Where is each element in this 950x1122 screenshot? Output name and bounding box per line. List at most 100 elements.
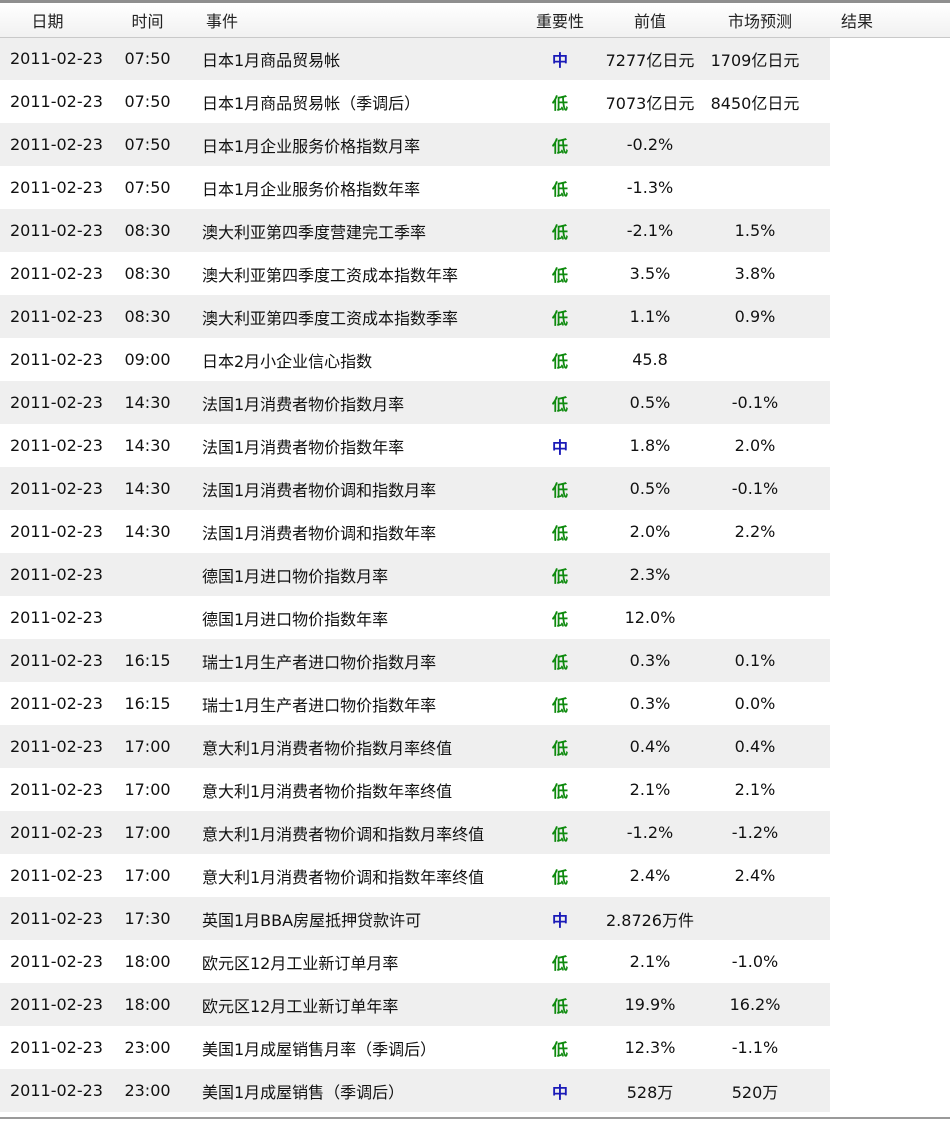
cell-event: 意大利1月消费者物价指数年率终值: [202, 781, 453, 801]
importance-badge: 低: [551, 523, 568, 543]
importance-badge: 低: [520, 209, 600, 252]
column-header-event[interactable]: 事件: [200, 3, 520, 38]
table-row[interactable]: 2011-02-23 16:15 瑞士1月生产者进口物价指数年率 低 0.3% 0.0%: [0, 682, 950, 725]
table-row[interactable]: 2011-02-23 17:00 意大利1月消费者物价指数年率终值 低 2.1% 2.1%: [0, 768, 950, 811]
cell-result: [830, 381, 950, 424]
table-row[interactable]: 2011-02-23 17:30 英国1月BBA房屋抵押贷款许可中 2.8726万件: [0, 897, 950, 940]
economic-calendar-table: 日期 时间 事件 重要性 前值 市场预测 结果 2011-02-23 07:50 日…: [0, 3, 950, 1112]
table-row[interactable]: 2011-02-23 14:30 法国1月消费者物价调和指数年率 低 2.0% 2.2%: [0, 510, 950, 553]
cell-date: 2011-02-23: [0, 639, 105, 682]
cell-forecast: -1.2%: [700, 811, 830, 854]
cell-previous: -0.2%: [600, 123, 700, 166]
cell-event: 瑞士1月生产者进口物价指数年率: [202, 695, 437, 715]
cell-event: 欧元区12月工业新订单月率: [202, 953, 399, 973]
table-row[interactable]: 2011-02-23 09:00 日本2月小企业信心指数 低 45.8: [0, 338, 950, 381]
cell-event: 德国1月进口物价指数月率: [200, 553, 520, 596]
importance-badge: 低: [551, 953, 568, 973]
table-row[interactable]: 2011-02-23 德国1月进口物价指数月率低 2.3%: [0, 553, 950, 596]
table-row[interactable]: 2011-02-23 德国1月进口物价指数年率 低 12.0%: [0, 596, 950, 639]
cell-forecast: 3.8%: [734, 264, 776, 283]
cell-forecast: [700, 338, 830, 381]
cell-result: [830, 467, 950, 510]
table-row[interactable]: 2011-02-23 08:30 澳大利亚第四季度工资成本指数季率低 1.1% 0.9%: [0, 295, 950, 338]
table-row[interactable]: 2011-02-23 14:30 法国1月消费者物价调和指数月率低 0.5% -0.1%: [0, 467, 950, 510]
column-header-time[interactable]: 时间: [105, 3, 200, 38]
cell-result: [830, 338, 950, 381]
cell-time: 09:00: [124, 350, 171, 369]
table-row[interactable]: 2011-02-23 18:00 欧元区12月工业新订单月率 低 2.1% -1.0%: [0, 940, 950, 983]
table-row[interactable]: 2011-02-23 08:30 澳大利亚第四季度营建完工季率低 -2.1% 1.5%: [0, 209, 950, 252]
column-header-result[interactable]: 结果: [830, 3, 950, 38]
cell-event: 澳大利亚第四季度营建完工季率: [200, 209, 520, 252]
table-row[interactable]: 2011-02-23 17:00 意大利1月消费者物价调和指数年率终值 低 2.4% 2.…: [0, 854, 950, 897]
importance-badge: 低: [520, 811, 600, 854]
cell-time: 07:50: [124, 178, 171, 197]
cell-previous: 0.4%: [600, 725, 700, 768]
cell-result: [830, 768, 950, 811]
table-row[interactable]: 2011-02-23 23:00 美国1月成屋销售（季调后）中 528万 520万: [0, 1069, 950, 1112]
cell-result: [830, 940, 950, 983]
cell-forecast: 8450亿日元: [710, 93, 800, 113]
cell-time: 17:30: [105, 897, 200, 940]
table-row[interactable]: 2011-02-23 07:50 日本1月商品贸易帐中 7277亿日元 1709亿日元: [0, 37, 950, 80]
table-row[interactable]: 2011-02-23 17:00 意大利1月消费者物价调和指数月率终值低 -1.2% -…: [0, 811, 950, 854]
table-row[interactable]: 2011-02-23 07:50 日本1月商品贸易帐（季调后） 低 7073亿日元 845…: [0, 80, 950, 123]
cell-previous: 19.9%: [600, 983, 700, 1026]
cell-event: 法国1月消费者物价调和指数月率: [200, 467, 520, 510]
cell-date: 2011-02-23: [10, 1038, 103, 1057]
table-row[interactable]: 2011-02-23 08:30 澳大利亚第四季度工资成本指数年率 低 3.5% 3.8%: [0, 252, 950, 295]
cell-event: 意大利1月消费者物价调和指数月率终值: [200, 811, 520, 854]
table-row[interactable]: 2011-02-23 17:00 意大利1月消费者物价指数月率终值低 0.4% 0.4%: [0, 725, 950, 768]
column-header-date[interactable]: 日期: [0, 3, 105, 38]
cell-previous: 0.3%: [600, 639, 700, 682]
cell-forecast: 2.0%: [734, 436, 776, 455]
table-row[interactable]: 2011-02-23 16:15 瑞士1月生产者进口物价指数月率低 0.3% 0.1%: [0, 639, 950, 682]
cell-date: 2011-02-23: [0, 467, 105, 510]
importance-badge: 低: [551, 609, 568, 629]
cell-result: [830, 725, 950, 768]
table-row[interactable]: 2011-02-23 23:00 美国1月成屋销售月率（季调后） 低 12.3% -1.1…: [0, 1026, 950, 1069]
cell-event: 瑞士1月生产者进口物价指数月率: [200, 639, 520, 682]
cell-time: 17:00: [105, 725, 200, 768]
cell-forecast: 520万: [700, 1069, 830, 1112]
cell-event: 法国1月消费者物价指数月率: [200, 381, 520, 424]
cell-result: [830, 854, 950, 897]
cell-result: [830, 37, 950, 80]
cell-date: 2011-02-23: [10, 780, 103, 799]
cell-time: 14:30: [105, 381, 200, 424]
table-row[interactable]: 2011-02-23 07:50 日本1月企业服务价格指数年率 低 -1.3%: [0, 166, 950, 209]
cell-result: [830, 983, 950, 1026]
table-row[interactable]: 2011-02-23 18:00 欧元区12月工业新订单年率低 19.9% 16.2%: [0, 983, 950, 1026]
cell-event: 法国1月消费者物价调和指数年率: [202, 523, 437, 543]
cell-previous: 2.0%: [629, 522, 671, 541]
importance-badge: 低: [520, 467, 600, 510]
cell-time: 16:15: [105, 639, 200, 682]
cell-date: 2011-02-23: [0, 725, 105, 768]
importance-badge: 低: [520, 639, 600, 682]
importance-badge: 低: [520, 123, 600, 166]
column-header-importance[interactable]: 重要性: [520, 3, 600, 38]
column-header-forecast[interactable]: 市场预测: [700, 3, 830, 38]
table-row[interactable]: 2011-02-23 14:30 法国1月消费者物价指数年率 中 1.8% 2.0%: [0, 424, 950, 467]
cell-previous: 0.5%: [600, 381, 700, 424]
cell-forecast: 2.4%: [734, 866, 776, 885]
importance-badge: 低: [520, 983, 600, 1026]
cell-event: 日本2月小企业信心指数: [202, 351, 373, 371]
cell-result: [830, 424, 950, 467]
cell-forecast: 0.9%: [700, 295, 830, 338]
column-header-previous[interactable]: 前值: [600, 3, 700, 38]
cell-previous: 12.3%: [624, 1038, 676, 1057]
cell-previous: -1.2%: [600, 811, 700, 854]
cell-result: [830, 811, 950, 854]
cell-previous: 2.4%: [629, 866, 671, 885]
cell-result: [830, 897, 950, 940]
cell-date: 2011-02-23: [0, 381, 105, 424]
cell-date: 2011-02-23: [0, 553, 105, 596]
table-row[interactable]: 2011-02-23 14:30 法国1月消费者物价指数月率低 0.5% -0.1%: [0, 381, 950, 424]
cell-previous: 7073亿日元: [605, 93, 695, 113]
cell-time: 08:30: [105, 295, 200, 338]
table-row[interactable]: 2011-02-23 07:50 日本1月企业服务价格指数月率低 -0.2%: [0, 123, 950, 166]
cell-time: 23:00: [124, 1038, 171, 1057]
cell-time: 14:30: [124, 522, 171, 541]
cell-result: [830, 123, 950, 166]
